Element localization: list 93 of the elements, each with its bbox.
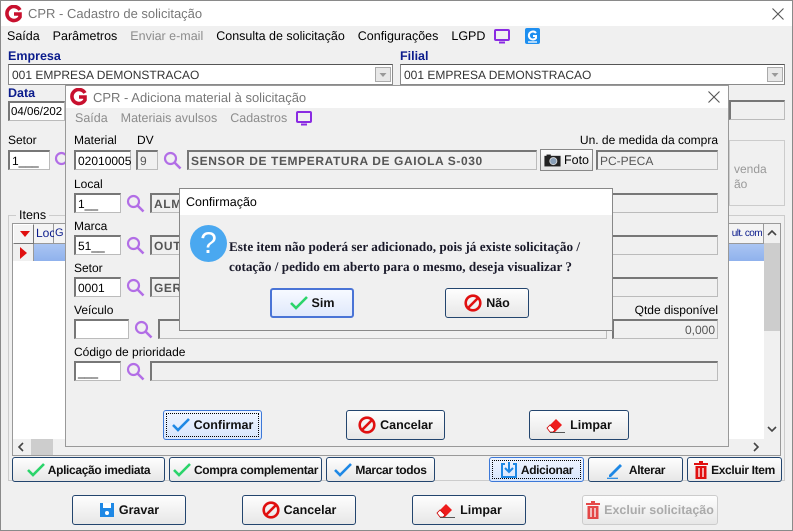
- search-icon[interactable]: [126, 194, 145, 212]
- close-icon[interactable]: [708, 91, 720, 103]
- field-label: Empresa: [8, 49, 61, 64]
- input-field[interactable]: [74, 319, 129, 339]
- floppy-icon: [98, 502, 115, 518]
- button[interactable]: Excluir Item: [687, 457, 782, 482]
- button[interactable]: Não: [445, 288, 529, 318]
- logo-icon: [70, 88, 88, 106]
- trash-icon: [694, 460, 708, 478]
- menu-item[interactable]: LGPD: [451, 29, 486, 43]
- eraser-icon: [436, 502, 456, 518]
- field-label: Data: [8, 86, 36, 101]
- search-icon[interactable]: [134, 320, 153, 338]
- logo-icon: [5, 4, 23, 22]
- app-icon[interactable]: [525, 28, 540, 44]
- button[interactable]: Marcar todos: [326, 457, 435, 482]
- date-field[interactable]: 04/06/202: [8, 101, 65, 121]
- row-pointer-icon: [20, 246, 26, 258]
- button[interactable]: Adicionar: [489, 457, 584, 482]
- field-label: Código de prioridade: [74, 345, 186, 360]
- question-icon: ?: [190, 225, 227, 262]
- input-field[interactable]: 02010005: [74, 150, 131, 170]
- field-label: Setor: [8, 133, 37, 148]
- search-icon[interactable]: [126, 236, 145, 254]
- trash-icon: [586, 501, 600, 519]
- scrollbar-thumb[interactable]: [764, 243, 780, 331]
- group-title: Itens: [18, 208, 48, 222]
- input-field: PC-PECA: [596, 150, 718, 170]
- quantity-field: 0,000: [612, 319, 718, 339]
- sort-arrow-icon: [20, 231, 30, 237]
- input-field[interactable]: 1___: [8, 150, 50, 170]
- search-icon[interactable]: [163, 150, 182, 170]
- search-icon[interactable]: [126, 278, 145, 296]
- dropdown[interactable]: 001 EMPRESA DEMONSTRACAO: [400, 64, 785, 85]
- field-label: Marca: [74, 219, 108, 234]
- column-header[interactable]: [13, 224, 34, 244]
- search-icon[interactable]: [126, 362, 145, 380]
- check-icon: [334, 462, 352, 476]
- scroll-down-icon[interactable]: [767, 425, 777, 433]
- button[interactable]: Cancelar: [242, 495, 356, 525]
- field-label: Veículo: [74, 303, 114, 318]
- menu-item[interactable]: Consulta de solicitação: [216, 29, 345, 43]
- field-label: Material: [74, 133, 118, 148]
- button[interactable]: Confirmar: [163, 410, 262, 440]
- input-field[interactable]: 0001: [74, 277, 121, 297]
- photo-button[interactable]: Foto: [540, 149, 593, 171]
- message-text: Este item não poderá ser adicionado, pois já existe solicitação / cotação / pedido em aberto para o mesmo, deseja visualizar ?: [229, 238, 582, 276]
- camera-icon: [544, 152, 561, 168]
- button[interactable]: Limpar: [412, 495, 526, 525]
- check-icon: [26, 462, 45, 476]
- button[interactable]: Aplicação imediata: [12, 457, 165, 482]
- monitor-icon[interactable]: [296, 110, 312, 126]
- menu-item[interactable]: Configurações: [358, 29, 438, 43]
- check-icon: [290, 296, 308, 310]
- button[interactable]: Cancelar: [346, 410, 445, 440]
- eraser-icon: [546, 417, 566, 433]
- button[interactable]: Compra complementar: [169, 457, 322, 482]
- input-field[interactable]: [729, 100, 785, 120]
- input-field[interactable]: 51__: [74, 235, 121, 255]
- field-label: DV: [137, 133, 154, 148]
- button[interactable]: Sim: [270, 288, 354, 318]
- button[interactable]: Limpar: [529, 410, 629, 440]
- input-field[interactable]: ___: [74, 361, 121, 381]
- input-field: 9: [136, 150, 158, 170]
- scroll-right-icon[interactable]: [752, 442, 760, 452]
- scroll-up-icon[interactable]: [767, 229, 777, 237]
- dropdown[interactable]: 001 EMPRESA DEMONSTRACAO: [8, 64, 393, 85]
- button[interactable]: Alterar: [588, 457, 683, 482]
- menu-item[interactable]: Saída: [7, 29, 40, 43]
- field-label: Un. de medida da compra: [580, 133, 718, 148]
- button[interactable]: Gravar: [72, 495, 186, 525]
- window-title: CPR - Cadastro de solicitação: [28, 6, 204, 21]
- field-label: Filial: [400, 49, 428, 64]
- scroll-left-icon[interactable]: [17, 442, 25, 452]
- dialog-title: Confirmação: [186, 195, 258, 209]
- prohibition-icon: [464, 294, 482, 312]
- monitor-icon[interactable]: [494, 28, 510, 44]
- menu-item[interactable]: Parâmetros: [52, 29, 118, 43]
- scrollbar-thumb[interactable]: [31, 439, 53, 455]
- prohibition-icon: [262, 501, 280, 519]
- field-label: Local: [74, 177, 103, 192]
- description-field: SENSOR DE TEMPERATURA DE GAIOLA S-030: [187, 150, 537, 170]
- check-icon: [172, 418, 190, 432]
- input-field[interactable]: 1__: [74, 193, 121, 213]
- close-icon[interactable]: [772, 8, 784, 20]
- option-label: venda: [734, 162, 767, 177]
- window-title: CPR - Adiciona material à solicitação: [93, 90, 308, 104]
- option-label: ão: [734, 177, 748, 192]
- download-icon: [500, 460, 518, 478]
- field-label: Setor: [74, 261, 103, 276]
- field-label: Qtde disponível: [634, 303, 718, 318]
- check-icon: [172, 462, 191, 476]
- prohibition-icon: [358, 416, 376, 434]
